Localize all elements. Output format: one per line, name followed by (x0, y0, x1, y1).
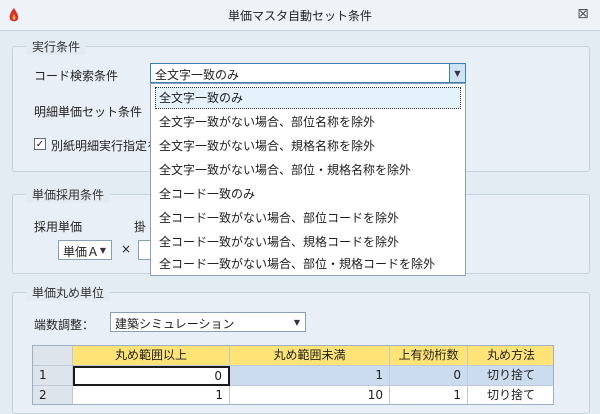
dropdown-option[interactable]: 全コード一致がない場合、部位コードを除外 (155, 207, 461, 229)
adopt-price-select[interactable]: 単価Ａ ▼ (58, 240, 112, 260)
dropdown-option[interactable]: 全コード一致がない場合、部位・規格コードを除外 (155, 253, 461, 275)
row-index[interactable]: 1 (33, 366, 73, 386)
dropdown-option[interactable]: 全コード一致のみ (155, 183, 461, 205)
dropdown-option[interactable]: 全文字一致がない場合、部位・規格名称を除外 (155, 159, 461, 181)
table-cell[interactable]: 10 (230, 386, 390, 404)
code-search-label: コード検索条件 (34, 69, 119, 83)
exec-conditions-title: 実行条件 (26, 38, 87, 55)
adopt-price-label: 採用単価 (34, 220, 83, 234)
column-header[interactable]: 丸め方法 (468, 346, 553, 366)
detail-price-label: 明細単価セット条件 (34, 105, 143, 119)
chevron-down-icon[interactable]: ▼ (95, 241, 111, 259)
fraction-adjust-value: 建築シミュレーション (115, 317, 235, 331)
column-header[interactable]: 丸め範囲未満 (230, 346, 390, 366)
table-cell[interactable]: 1 (390, 386, 468, 404)
times-sign: × (121, 242, 132, 256)
code-search-value: 全文字一致のみ (155, 68, 240, 82)
table-cell[interactable]: 0 (390, 366, 468, 386)
code-search-select[interactable]: 全文字一致のみ ▼ (150, 63, 466, 83)
adopt-price-value: 単価Ａ (63, 245, 100, 259)
dropdown-option[interactable]: 全文字一致がない場合、規格名称を除外 (155, 135, 461, 157)
table-cell[interactable]: 切り捨て (468, 386, 553, 404)
column-header[interactable]: 上有効桁数 (390, 346, 468, 366)
fraction-adjust-select[interactable]: 建築シミュレーション ▼ (110, 312, 306, 332)
separate-detail-checkbox[interactable]: ✓ (34, 138, 46, 150)
chevron-down-icon[interactable]: ▼ (289, 313, 305, 331)
separate-detail-label: 別紙明細実行指定を (51, 139, 160, 153)
close-icon[interactable]: ⊠ (574, 5, 592, 23)
chevron-down-icon[interactable]: ▼ (449, 64, 465, 82)
rounding-title: 単価丸め単位 (26, 284, 111, 301)
table-cell[interactable]: 切り捨て (468, 366, 553, 386)
multiplier-label: 掛 (134, 220, 147, 234)
fraction-adjust-label: 端数調整： (34, 318, 95, 332)
row-index[interactable]: 2 (33, 386, 73, 404)
dropdown-option[interactable]: 全コード一致がない場合、規格コードを除外 (155, 231, 461, 253)
dropdown-option[interactable]: 全文字一致のみ (155, 87, 461, 109)
table-cell[interactable]: 1 (73, 386, 230, 404)
table-cell[interactable]: 0 (73, 366, 230, 386)
table-corner (33, 346, 73, 366)
rounding-table: 丸め範囲以上 丸め範囲未満 上有効桁数 丸め方法 1 0 1 0 切り捨て 2 … (32, 345, 554, 405)
code-search-dropdown-list: 全文字一致のみ 全文字一致がない場合、部位名称を除外 全文字一致がない場合、規格… (150, 83, 466, 276)
window-title: 単価マスタ自動セット条件 (227, 9, 372, 23)
title-bar: 単価マスタ自動セット条件 ⊠ (0, 0, 600, 31)
dropdown-option[interactable]: 全文字一致がない場合、部位名称を除外 (155, 111, 461, 133)
price-adopt-title: 単価採用条件 (26, 186, 111, 203)
table-cell[interactable]: 1 (230, 366, 390, 386)
column-header[interactable]: 丸め範囲以上 (73, 346, 230, 366)
